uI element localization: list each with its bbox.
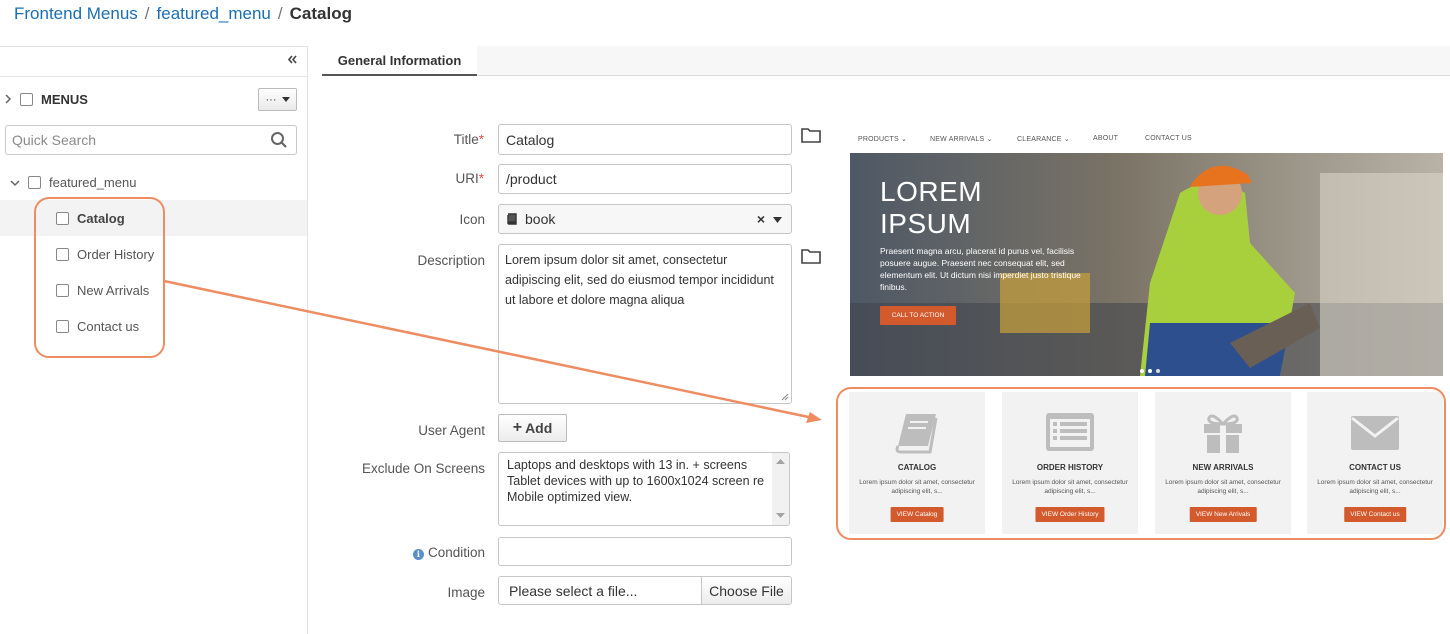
connector-arrow [163, 279, 822, 423]
